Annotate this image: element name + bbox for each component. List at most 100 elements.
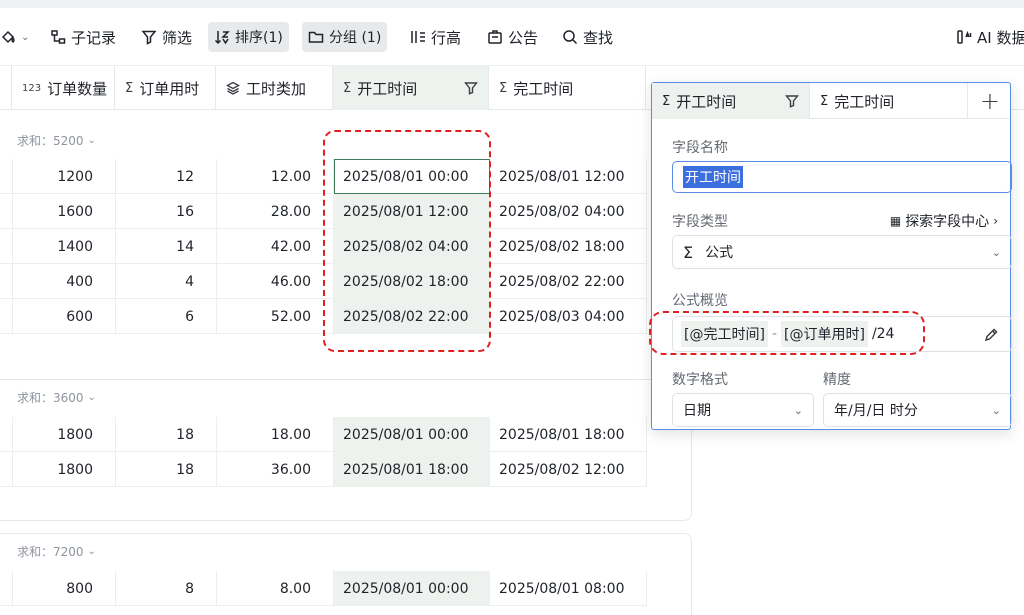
field-type-select[interactable]: Σ 公式 ⌄ [672,235,1012,269]
ai-data-button[interactable]: AI 数据 [950,22,1024,52]
table-cell[interactable]: 8.00 [217,571,334,606]
search-label: 查找 [583,28,614,47]
chevron-down-icon: ⌄ [991,245,1001,259]
table-cell[interactable]: 2025/08/02 04:00 [490,194,647,229]
table-cell[interactable]: 2025/08/01 08:00 [490,571,647,606]
column-header-order-time[interactable]: Σ 订单用时 [115,66,216,110]
table-cell[interactable]: 2025/08/01 00:00 [334,417,490,452]
explore-field-center-link[interactable]: ▦ 探索字段中心 › [890,211,998,231]
filter-label: 筛选 [162,28,193,47]
table-cell[interactable]: 8 [116,571,217,606]
chevron-down-icon: ⌄ [991,403,1001,417]
paint-bucket-button[interactable]: ⌄ [0,22,35,52]
table-cell[interactable]: 1600 [13,194,116,229]
table-row[interactable]: 600 6 52.00 2025/08/02 22:00 2025/08/03 04:0… [0,299,647,334]
table-cell[interactable]: 800 [13,571,116,606]
filter-icon[interactable] [785,94,799,108]
filter-icon[interactable] [464,81,478,95]
table-cell[interactable]: 2025/08/03 04:00 [490,299,647,334]
table-cell[interactable]: 6 [116,299,217,334]
field-type-label: 字段类型 [672,214,728,230]
table-cell[interactable]: 18.00 [217,417,334,452]
subrecord-button[interactable]: 子记录 [44,22,122,52]
table-row[interactable]: 800 8 8.00 2025/08/01 00:00 2025/08/01 08:00 [0,571,647,606]
pencil-icon[interactable] [983,327,999,343]
filter-button[interactable]: 筛选 [135,22,198,52]
column-header-start-time[interactable]: Σ 开工时间 [333,66,489,110]
table-row[interactable]: 1200 12 12.00 2025/08/01 00:00 2025/08/01 12… [0,159,647,194]
sigma-icon: Σ [343,80,352,96]
panel-tab-label: 完工时间 [834,92,895,111]
subrecord-icon [51,30,66,44]
table-cell[interactable]: 16 [116,194,217,229]
table-cell[interactable]: 2025/08/02 22:00 [334,299,490,334]
formula-token-order-time: [@订单用时] [781,321,868,347]
table-cell[interactable]: 1400 [13,229,116,264]
panel-tab-end-time[interactable]: Σ 完工时间 [810,83,968,119]
table-cell[interactable]: 14 [116,229,217,264]
precision-select[interactable]: 年/月/日 时分 ⌄ [823,393,1012,427]
table-cell[interactable]: 42.00 [217,229,334,264]
group-section-3: 求和：7200 ⌄ 800 8 8.00 2025/08/01 00:00 2025/0… [0,533,692,615]
table-cell[interactable]: 2025/08/02 22:00 [490,264,647,299]
add-field-icon[interactable]: + [980,87,1000,115]
table-cell[interactable]: 2025/08/01 18:00 [490,417,647,452]
table-row[interactable]: 400 4 46.00 2025/08/02 18:00 2025/08/02 22:0… [0,264,647,299]
number-format-value: 日期 [683,403,711,419]
number-format-label: 数字格式 [672,372,728,388]
search-icon [563,30,578,45]
formula-box[interactable]: [@完工时间] - [@订单用时] /24 [672,316,1012,352]
row-height-button[interactable]: 行高 [404,22,467,52]
table-cell[interactable]: 2025/08/01 12:00 [490,159,647,194]
field-name-input[interactable]: 开工时间 [672,161,1012,193]
folder-icon [308,31,324,43]
table-cell[interactable]: 1200 [13,159,116,194]
number-format-select[interactable]: 日期 ⌄ [672,393,814,427]
table-cell[interactable]: 1800 [13,417,116,452]
table-row[interactable]: 1400 14 42.00 2025/08/02 04:00 2025/08/02 18… [0,229,647,264]
table-cell[interactable]: 2025/08/02 04:00 [334,229,490,264]
table-cell[interactable]: 12.00 [217,159,334,194]
group-button[interactable]: 分组 (1) [302,22,388,52]
field-name-label: 字段名称 [672,140,728,156]
table-cell[interactable]: 2025/08/01 18:00 [334,452,490,487]
group-section-2: 求和：3600 ⌄ 1800 18 18.00 2025/08/01 00:00 202… [0,379,692,521]
panel-tab-label: 开工时间 [676,92,737,111]
table-cell[interactable]: 12 [116,159,217,194]
table-row[interactable]: 1800 18 36.00 2025/08/01 18:00 2025/08/02 12… [0,452,647,487]
column-header-hours-sum[interactable]: 工时类加 [216,66,333,110]
table-cell[interactable]: 28.00 [217,194,334,229]
column-header-end-time[interactable]: Σ 完工时间 [489,66,646,110]
sort-button[interactable]: 排序(1) [208,22,289,52]
table-cell[interactable]: 2025/08/01 00:00 [334,159,490,194]
table-cell[interactable]: 2025/08/01 00:00 [334,571,490,606]
table-cell[interactable]: 36.00 [217,452,334,487]
table-cell[interactable]: 2025/08/02 18:00 [334,264,490,299]
column-header-order-qty[interactable]: 123 订单数量 [12,66,115,110]
table-cell[interactable]: 400 [13,264,116,299]
table-cell[interactable]: 46.00 [217,264,334,299]
row-index-cell [0,159,13,194]
chevron-right-icon: › [993,214,998,228]
group-sum-label[interactable]: 求和：3600 ⌄ [17,389,96,406]
table-cell[interactable]: 2025/08/02 18:00 [490,229,647,264]
table-cell[interactable]: 52.00 [217,299,334,334]
group-sum-label[interactable]: 求和：7200 ⌄ [17,543,96,560]
table-cell[interactable]: 2025/08/01 12:00 [334,194,490,229]
table-cell[interactable]: 18 [116,452,217,487]
table-cell[interactable]: 4 [116,264,217,299]
group-label: 分组 (1) [329,30,382,46]
table-cell[interactable]: 18 [116,417,217,452]
table-cell[interactable]: 2025/08/02 12:00 [490,452,647,487]
table-row[interactable]: 1600 16 28.00 2025/08/01 12:00 2025/08/02 04… [0,194,647,229]
panel-header: Σ 开工时间 Σ 完工时间 + [652,83,1010,119]
table-cell[interactable]: 1800 [13,452,116,487]
row-height-icon [411,31,425,43]
table-cell[interactable]: 600 [13,299,116,334]
chevron-down-icon: ⌄ [793,403,803,417]
panel-tab-start-time[interactable]: Σ 开工时间 [652,83,810,119]
table-row[interactable]: 1800 18 18.00 2025/08/01 00:00 2025/08/01 18… [0,417,647,452]
announcement-button[interactable]: 公告 [481,22,544,52]
group-sum-label[interactable]: 求和：5200 ⌄ [17,132,96,149]
search-button[interactable]: 查找 [556,22,619,52]
